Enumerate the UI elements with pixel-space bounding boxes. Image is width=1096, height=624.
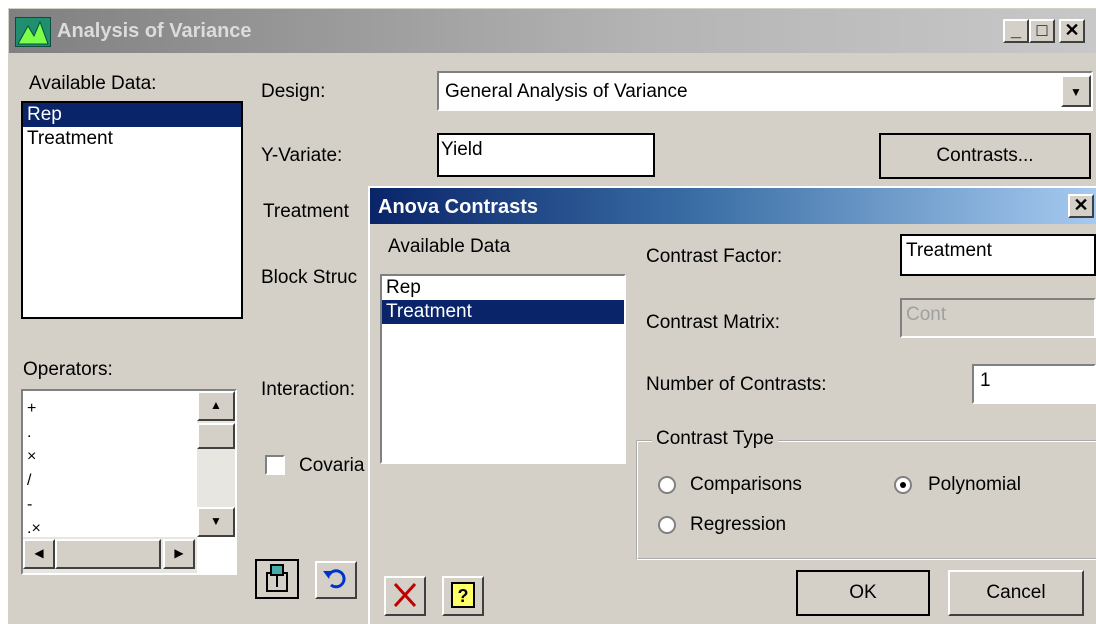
contrast-matrix-input[interactable]: Cont xyxy=(900,298,1096,338)
design-dropdown[interactable]: General Analysis of Variance ▼ xyxy=(437,71,1093,111)
svg-text:?: ? xyxy=(458,586,469,606)
undo-button[interactable] xyxy=(315,561,357,599)
list-item-rep[interactable]: Rep xyxy=(23,103,241,127)
dialog-available-data-list[interactable]: Rep Treatment xyxy=(380,274,626,464)
operators-vscrollbar[interactable]: ▲ ▼ xyxy=(197,391,235,537)
x-icon xyxy=(393,582,417,608)
radio-polynomial[interactable] xyxy=(894,476,912,494)
pin-button[interactable] xyxy=(255,559,299,599)
design-label: Design: xyxy=(261,81,326,102)
operator-dot[interactable]: . xyxy=(27,421,41,445)
help-button[interactable]: ? xyxy=(442,576,484,616)
scroll-up-button[interactable]: ▲ xyxy=(197,391,235,421)
available-data-label: Available Data: xyxy=(29,73,157,94)
contrast-type-label: Contrast Type xyxy=(652,428,778,450)
operator-cross[interactable]: × xyxy=(27,445,41,469)
minimize-button[interactable]: _ xyxy=(1003,19,1029,43)
radio-comparisons[interactable] xyxy=(658,476,676,494)
radio-regression[interactable] xyxy=(658,516,676,534)
yvariate-label: Y-Variate: xyxy=(261,145,343,166)
help-icon: ? xyxy=(451,582,475,608)
yvariate-input[interactable]: Yield xyxy=(437,133,655,177)
covariate-checkbox[interactable] xyxy=(265,455,285,475)
operators-label: Operators: xyxy=(23,359,113,380)
close-button[interactable]: ✕ xyxy=(1059,19,1085,43)
contrast-matrix-label: Contrast Matrix: xyxy=(646,312,781,333)
maximize-button[interactable]: □ xyxy=(1029,19,1055,43)
dialog-list-item-treatment[interactable]: Treatment xyxy=(382,300,624,324)
scroll-down-button[interactable]: ▼ xyxy=(197,507,235,537)
dialog-available-data-label: Available Data xyxy=(388,236,511,257)
anova-contrasts-dialog: Anova Contrasts ✕ Available Data Rep Tre… xyxy=(368,186,1096,624)
dialog-list-item-rep[interactable]: Rep xyxy=(382,276,624,300)
radio-regression-label: Regression xyxy=(690,514,787,535)
dialog-title-bar[interactable]: Anova Contrasts ✕ xyxy=(370,188,1096,224)
main-title-bar[interactable]: Analysis of Variance _ □ ✕ xyxy=(9,9,1096,53)
covariate-label: Covaria xyxy=(299,455,365,476)
operator-minus[interactable]: - xyxy=(27,493,41,517)
cancel-button[interactable]: Cancel xyxy=(948,570,1084,616)
app-icon xyxy=(15,17,51,47)
pin-icon xyxy=(266,564,288,592)
hscroll-thumb[interactable] xyxy=(55,539,161,569)
scroll-left-button[interactable]: ◀ xyxy=(23,539,55,569)
operators-list[interactable]: + . × / - .× ▲ ▼ ◀ ▶ xyxy=(21,389,237,575)
contrast-factor-input[interactable]: Treatment xyxy=(900,234,1096,276)
block-structure-label: Block Struc xyxy=(261,267,358,288)
operator-plus[interactable]: + xyxy=(27,397,41,421)
contrasts-button[interactable]: Contrasts... xyxy=(879,133,1091,179)
chevron-down-icon[interactable]: ▼ xyxy=(1061,75,1091,107)
dialog-title: Anova Contrasts xyxy=(378,196,539,218)
treatment-label: Treatment xyxy=(263,201,349,222)
operators-hscrollbar[interactable]: ◀ ▶ xyxy=(23,537,197,573)
number-of-contrasts-input[interactable]: 1 xyxy=(972,364,1096,404)
ok-button[interactable]: OK xyxy=(796,570,930,616)
radio-polynomial-label: Polynomial xyxy=(928,474,1021,495)
interactions-label: Interaction: xyxy=(261,379,355,400)
dialog-close-button[interactable]: ✕ xyxy=(1068,194,1094,218)
scroll-thumb[interactable] xyxy=(197,423,235,449)
list-item-treatment[interactable]: Treatment xyxy=(23,127,241,151)
operator-slash[interactable]: / xyxy=(27,469,41,493)
contrast-type-group: Contrast Type Comparisons Polynomial Reg… xyxy=(636,428,1096,560)
main-window-title: Analysis of Variance xyxy=(57,20,252,42)
available-data-list[interactable]: Rep Treatment xyxy=(21,101,243,319)
undo-icon xyxy=(323,569,346,589)
clear-button[interactable] xyxy=(384,576,426,616)
contrast-factor-label: Contrast Factor: xyxy=(646,246,783,267)
scroll-right-button[interactable]: ▶ xyxy=(163,539,195,569)
radio-comparisons-label: Comparisons xyxy=(690,474,802,495)
design-value: General Analysis of Variance xyxy=(445,81,688,102)
number-of-contrasts-label: Number of Contrasts: xyxy=(646,374,827,395)
